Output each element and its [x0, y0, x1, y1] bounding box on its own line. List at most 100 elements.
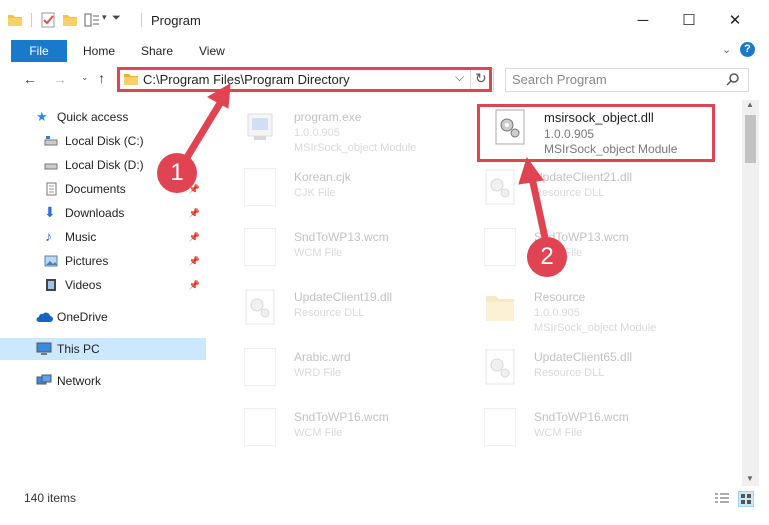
sidebar-item-music[interactable]: ♪ Music 📌 [0, 226, 206, 248]
file-item[interactable]: Resource 1.0.0.905 MSIrSock_object Modul… [466, 282, 706, 338]
search-input[interactable]: Search Program [512, 72, 607, 87]
cloud-icon [36, 312, 53, 322]
file-item[interactable]: SndToWP13.wcm WCM File [466, 222, 706, 278]
sidebar-item-label: Music [65, 230, 97, 244]
sidebar-item-label: Local Disk (C:) [65, 134, 144, 148]
pin-icon[interactable]: 📌 [189, 256, 200, 267]
sidebar-item-this-pc[interactable]: This PC [0, 338, 206, 360]
generic-file-icon [244, 348, 276, 386]
maximize-button[interactable]: ☐ [666, 0, 712, 40]
file-description: MSIrSock_object Module [294, 142, 417, 154]
dll-gear-icon [485, 349, 515, 385]
drive-icon [44, 163, 58, 170]
tab-view[interactable]: View [199, 44, 225, 58]
sidebar-item-quick-access[interactable]: ★ Quick access [0, 106, 206, 128]
application-icon [247, 113, 273, 140]
file-item[interactable]: SndToWP16.wcm WCM File [466, 402, 706, 458]
file-item[interactable]: UpdateClient65.dll Resource DLL [466, 342, 706, 398]
folder-icon [486, 296, 514, 321]
scrollbar-thumb[interactable] [745, 115, 756, 163]
pin-icon[interactable]: 📌 [189, 232, 200, 243]
qa-dropdown-icon[interactable]: ▾ [102, 12, 107, 23]
pin-icon[interactable]: 📌 [189, 280, 200, 291]
file-type: WCM File [294, 427, 343, 439]
file-name: UpdateClient65.dll [534, 350, 633, 364]
generic-file-icon [484, 408, 516, 446]
file-version: 1.0.0.905 [534, 307, 580, 319]
file-name: Korean.cjk [294, 170, 351, 184]
back-arrow-icon[interactable]: ← [23, 71, 37, 87]
computer-icon [36, 342, 52, 355]
minimize-button[interactable]: ─ [620, 0, 666, 40]
sidebar-item-label: Downloads [65, 206, 125, 220]
help-icon[interactable]: ? [740, 42, 755, 57]
file-name: SndToWP13.wcm [294, 230, 389, 244]
sidebar-item-label: Pictures [65, 254, 109, 268]
file-name: Arabic.wrd [294, 350, 351, 364]
new-folder-icon[interactable] [62, 12, 78, 28]
tab-share[interactable]: Share [141, 44, 173, 58]
forward-arrow-icon[interactable]: → [53, 71, 67, 87]
sidebar-item-label: Documents [65, 182, 126, 196]
dll-gear-icon [245, 289, 275, 325]
search-icon[interactable] [726, 72, 740, 86]
divider [31, 13, 32, 27]
sidebar-item-local-disk-c[interactable]: Local Disk (C:) [0, 130, 206, 152]
sidebar-item-downloads[interactable]: ⬇ Downloads 📌 [0, 202, 206, 224]
recent-locations-icon[interactable]: ⌄ [81, 72, 89, 83]
file-type: CJK File [294, 187, 336, 199]
sidebar-item-label: OneDrive [57, 310, 108, 324]
sidebar-item-label: This PC [57, 342, 100, 356]
step-badge-2: 2 [527, 237, 567, 277]
sidebar-item-pictures[interactable]: Pictures 📌 [0, 250, 206, 272]
expand-ribbon-icon[interactable]: ⌄ [722, 43, 731, 56]
scroll-up-icon[interactable]: ▲ [746, 100, 754, 109]
up-arrow-icon[interactable]: ↑ [98, 70, 105, 86]
network-icon [36, 374, 52, 385]
customize-toolbar-icon[interactable]: ⏷ [112, 12, 121, 25]
layout-icon[interactable] [84, 12, 100, 28]
file-name: program.exe [294, 110, 362, 124]
details-view-icon[interactable] [714, 492, 730, 506]
sidebar-item-label: Network [57, 374, 102, 388]
file-name: UpdateClient19.dll [294, 290, 393, 304]
file-item[interactable]: program.exe 1.0.0.905 MSIrSock_object Mo… [226, 102, 466, 158]
generic-file-icon [244, 168, 276, 206]
ribbon-bar [0, 40, 769, 63]
scroll-down-icon[interactable]: ▼ [746, 474, 754, 483]
generic-file-icon [484, 228, 516, 266]
step-badge-1: 1 [157, 153, 197, 193]
tiles-view-icon[interactable] [738, 491, 754, 507]
generic-file-icon [244, 408, 276, 446]
file-description: MSIrSock_object Module [534, 322, 657, 334]
file-type: WRD File [294, 367, 342, 379]
sidebar-item-onedrive[interactable]: OneDrive [0, 306, 206, 328]
folder-icon[interactable] [7, 12, 23, 28]
file-item[interactable]: Korean.cjk CJK File [226, 162, 466, 218]
tab-file[interactable]: File [11, 40, 67, 62]
close-button[interactable]: ✕ [712, 0, 758, 40]
pin-icon[interactable]: 📌 [189, 208, 200, 219]
file-version: 1.0.0.905 [294, 127, 340, 139]
dll-gear-icon [485, 169, 515, 205]
properties-icon[interactable] [40, 12, 56, 28]
tab-home[interactable]: Home [83, 44, 115, 58]
file-item[interactable]: SndToWP16.wcm WCM File [226, 402, 466, 458]
file-type: Resource DLL [534, 187, 605, 199]
pictures-icon [44, 255, 58, 267]
drive-icon [44, 136, 58, 146]
file-name: UpdateClient21.dll [534, 170, 633, 184]
divider [141, 13, 142, 27]
file-item[interactable]: SndToWP13.wcm WCM File [226, 222, 466, 278]
file-item[interactable]: UpdateClient21.dll Resource DLL [466, 162, 706, 218]
sidebar-item-videos[interactable]: Videos 📌 [0, 274, 206, 296]
sidebar-item-network[interactable]: Network [0, 370, 206, 392]
file-name: SndToWP16.wcm [294, 410, 389, 424]
item-count: 140 items [24, 491, 77, 505]
file-type: Resource DLL [534, 367, 605, 379]
download-icon: ⬇ [44, 204, 56, 220]
file-type: Resource DLL [294, 307, 365, 319]
sidebar-item-label: Quick access [57, 110, 129, 124]
file-item[interactable]: Arabic.wrd WRD File [226, 342, 466, 398]
file-item[interactable]: UpdateClient19.dll Resource DLL [226, 282, 466, 338]
